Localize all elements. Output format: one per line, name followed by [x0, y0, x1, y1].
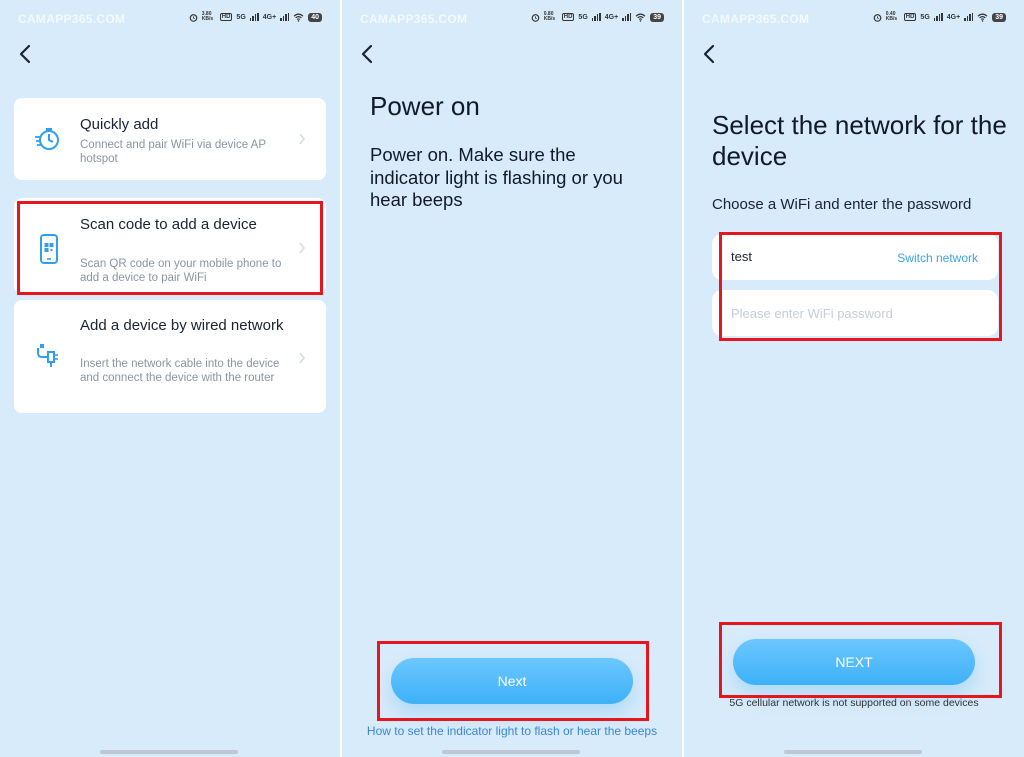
- option-title: Add a device by wired network: [80, 317, 284, 334]
- wifi-icon: [977, 13, 988, 22]
- net-speed: 0.40 KB/s: [885, 11, 898, 22]
- footnote: 5G cellular network is not supported on …: [729, 697, 979, 709]
- page-title: Select the network for the device: [712, 110, 1007, 171]
- signal-icon-2: [622, 13, 632, 21]
- wifi-icon: [293, 13, 304, 22]
- screen-power-on: CAMAPP365.COM 0.80 KB/s HD 5G 4G+ 39 Pow…: [342, 0, 682, 757]
- watermark: CAMAPP365.COM: [18, 12, 126, 26]
- stopwatch-icon: [35, 128, 59, 150]
- home-indicator: [442, 750, 580, 754]
- screen-add-device-method: CAMAPP365.COM 3.80 KB/s HD 5G 4G+ 40 Qui…: [0, 0, 340, 757]
- chevron-left-icon[interactable]: [358, 42, 378, 66]
- watermark: CAMAPP365.COM: [360, 12, 468, 26]
- option-title: Quickly add: [80, 116, 159, 133]
- network-type-2: 4G+: [946, 13, 961, 21]
- battery-indicator: 39: [650, 12, 664, 22]
- option-desc: Insert the network cable into the device…: [80, 358, 280, 384]
- quick-add-option[interactable]: Quickly add Connect and pair WiFi via de…: [14, 98, 326, 180]
- network-type: 5G: [920, 13, 930, 21]
- highlight-box: [719, 622, 1002, 698]
- home-indicator: [784, 750, 922, 754]
- chevron-right-icon: [299, 133, 305, 145]
- chevron-right-icon: [299, 352, 305, 364]
- page-subtitle: Choose a WiFi and enter the password: [712, 196, 972, 213]
- signal-icon: [249, 13, 259, 21]
- highlight-box: [17, 201, 323, 295]
- signal-icon: [933, 13, 943, 21]
- status-bar: 3.80 KB/s HD 5G 4G+ 40: [189, 12, 322, 22]
- hd-badge: HD: [561, 13, 575, 21]
- chevron-left-icon[interactable]: [700, 42, 720, 66]
- instruction-text: Power on. Make sure the indicator light …: [370, 144, 623, 210]
- network-type: 5G: [578, 13, 588, 21]
- page-title: Power on: [370, 91, 480, 121]
- ethernet-plug-icon: [37, 344, 58, 367]
- status-bar: 0.40 KB/s HD 5G 4G+ 39: [873, 12, 1006, 22]
- net-speed: 0.80 KB/s: [543, 11, 556, 22]
- wired-network-option[interactable]: Add a device by wired network Insert the…: [14, 300, 326, 413]
- option-desc: Connect and pair WiFi via device AP hots…: [80, 139, 266, 165]
- help-link[interactable]: How to set the indicator light to flash …: [342, 724, 682, 738]
- status-bar: 0.80 KB/s HD 5G 4G+ 39: [531, 12, 664, 22]
- hd-badge: HD: [903, 13, 917, 21]
- signal-icon-2: [280, 13, 290, 21]
- net-speed: 3.80 KB/s: [201, 11, 214, 22]
- home-indicator: [100, 750, 238, 754]
- alarm-icon: [531, 13, 540, 22]
- battery-indicator: 39: [992, 12, 1006, 22]
- alarm-icon: [189, 13, 198, 22]
- network-type: 5G: [236, 13, 246, 21]
- network-type-2: 4G+: [262, 13, 277, 21]
- watermark: CAMAPP365.COM: [702, 12, 810, 26]
- alarm-icon: [873, 13, 882, 22]
- screen-select-network: CAMAPP365.COM 0.40 KB/s HD 5G 4G+ 39 Sel…: [684, 0, 1024, 757]
- signal-icon-2: [964, 13, 974, 21]
- chevron-left-icon[interactable]: [16, 42, 36, 66]
- hd-badge: HD: [219, 13, 233, 21]
- signal-icon: [591, 13, 601, 21]
- highlight-box: [719, 232, 1002, 341]
- highlight-box: [377, 641, 649, 721]
- network-type-2: 4G+: [604, 13, 619, 21]
- wifi-icon: [635, 13, 646, 22]
- battery-indicator: 40: [308, 12, 322, 22]
